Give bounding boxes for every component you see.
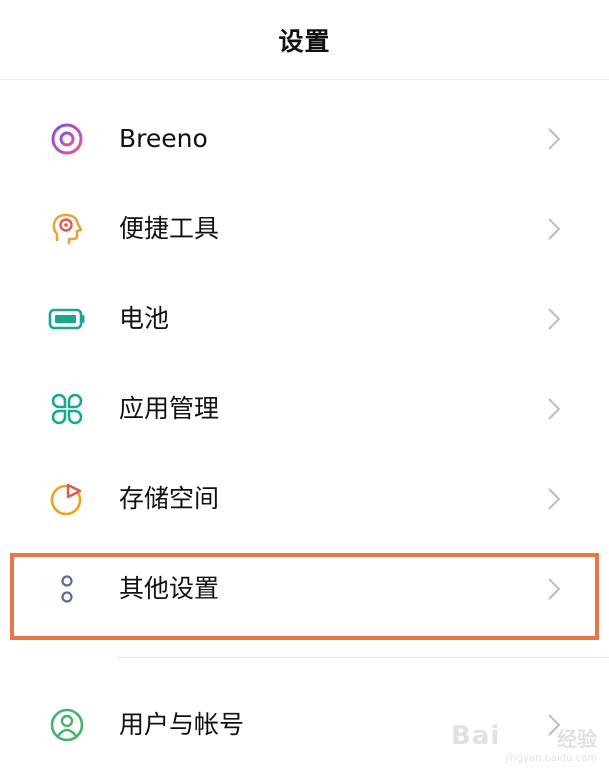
chevron-right-icon <box>544 396 564 422</box>
settings-item-label: 应用管理 <box>119 394 220 423</box>
header: 设置 <box>0 0 609 80</box>
settings-item-label: 存储空间 <box>119 484 220 513</box>
app-management-icon <box>48 390 86 428</box>
chevron-right-icon <box>544 216 564 242</box>
settings-page: 设置 Breeno 便捷工具 电池 应用管理 存储空间 其他设置 用户与帐号 B… <box>0 0 609 779</box>
settings-item-battery[interactable]: 电池 <box>0 274 609 364</box>
storage-icon <box>48 480 86 518</box>
settings-item-label: 用户与帐号 <box>119 710 245 739</box>
highlight-box <box>10 553 599 640</box>
settings-item-label: Breeno <box>119 124 208 153</box>
breeno-icon <box>48 120 86 158</box>
settings-item-app-management[interactable]: 应用管理 <box>0 364 609 454</box>
watermark-url: jingyan.baidu.com <box>504 753 597 764</box>
battery-icon <box>48 300 86 338</box>
baidu-watermark: Bai 经验 jingyan.baidu.com <box>451 713 601 773</box>
user-account-icon <box>48 706 86 744</box>
convenience-tools-icon <box>48 210 86 248</box>
settings-item-label: 电池 <box>119 304 170 333</box>
watermark-logo: Bai <box>451 721 501 751</box>
settings-item-storage[interactable]: 存储空间 <box>0 454 609 544</box>
chevron-right-icon <box>544 306 564 332</box>
settings-item-convenience-tools[interactable]: 便捷工具 <box>0 184 609 274</box>
page-title: 设置 <box>278 27 331 56</box>
chevron-right-icon <box>544 126 564 152</box>
watermark-text: 经验 <box>557 727 597 751</box>
settings-item-label: 便捷工具 <box>119 214 220 243</box>
divider <box>117 657 609 658</box>
settings-item-breeno[interactable]: Breeno <box>0 94 609 184</box>
chevron-right-icon <box>544 486 564 512</box>
